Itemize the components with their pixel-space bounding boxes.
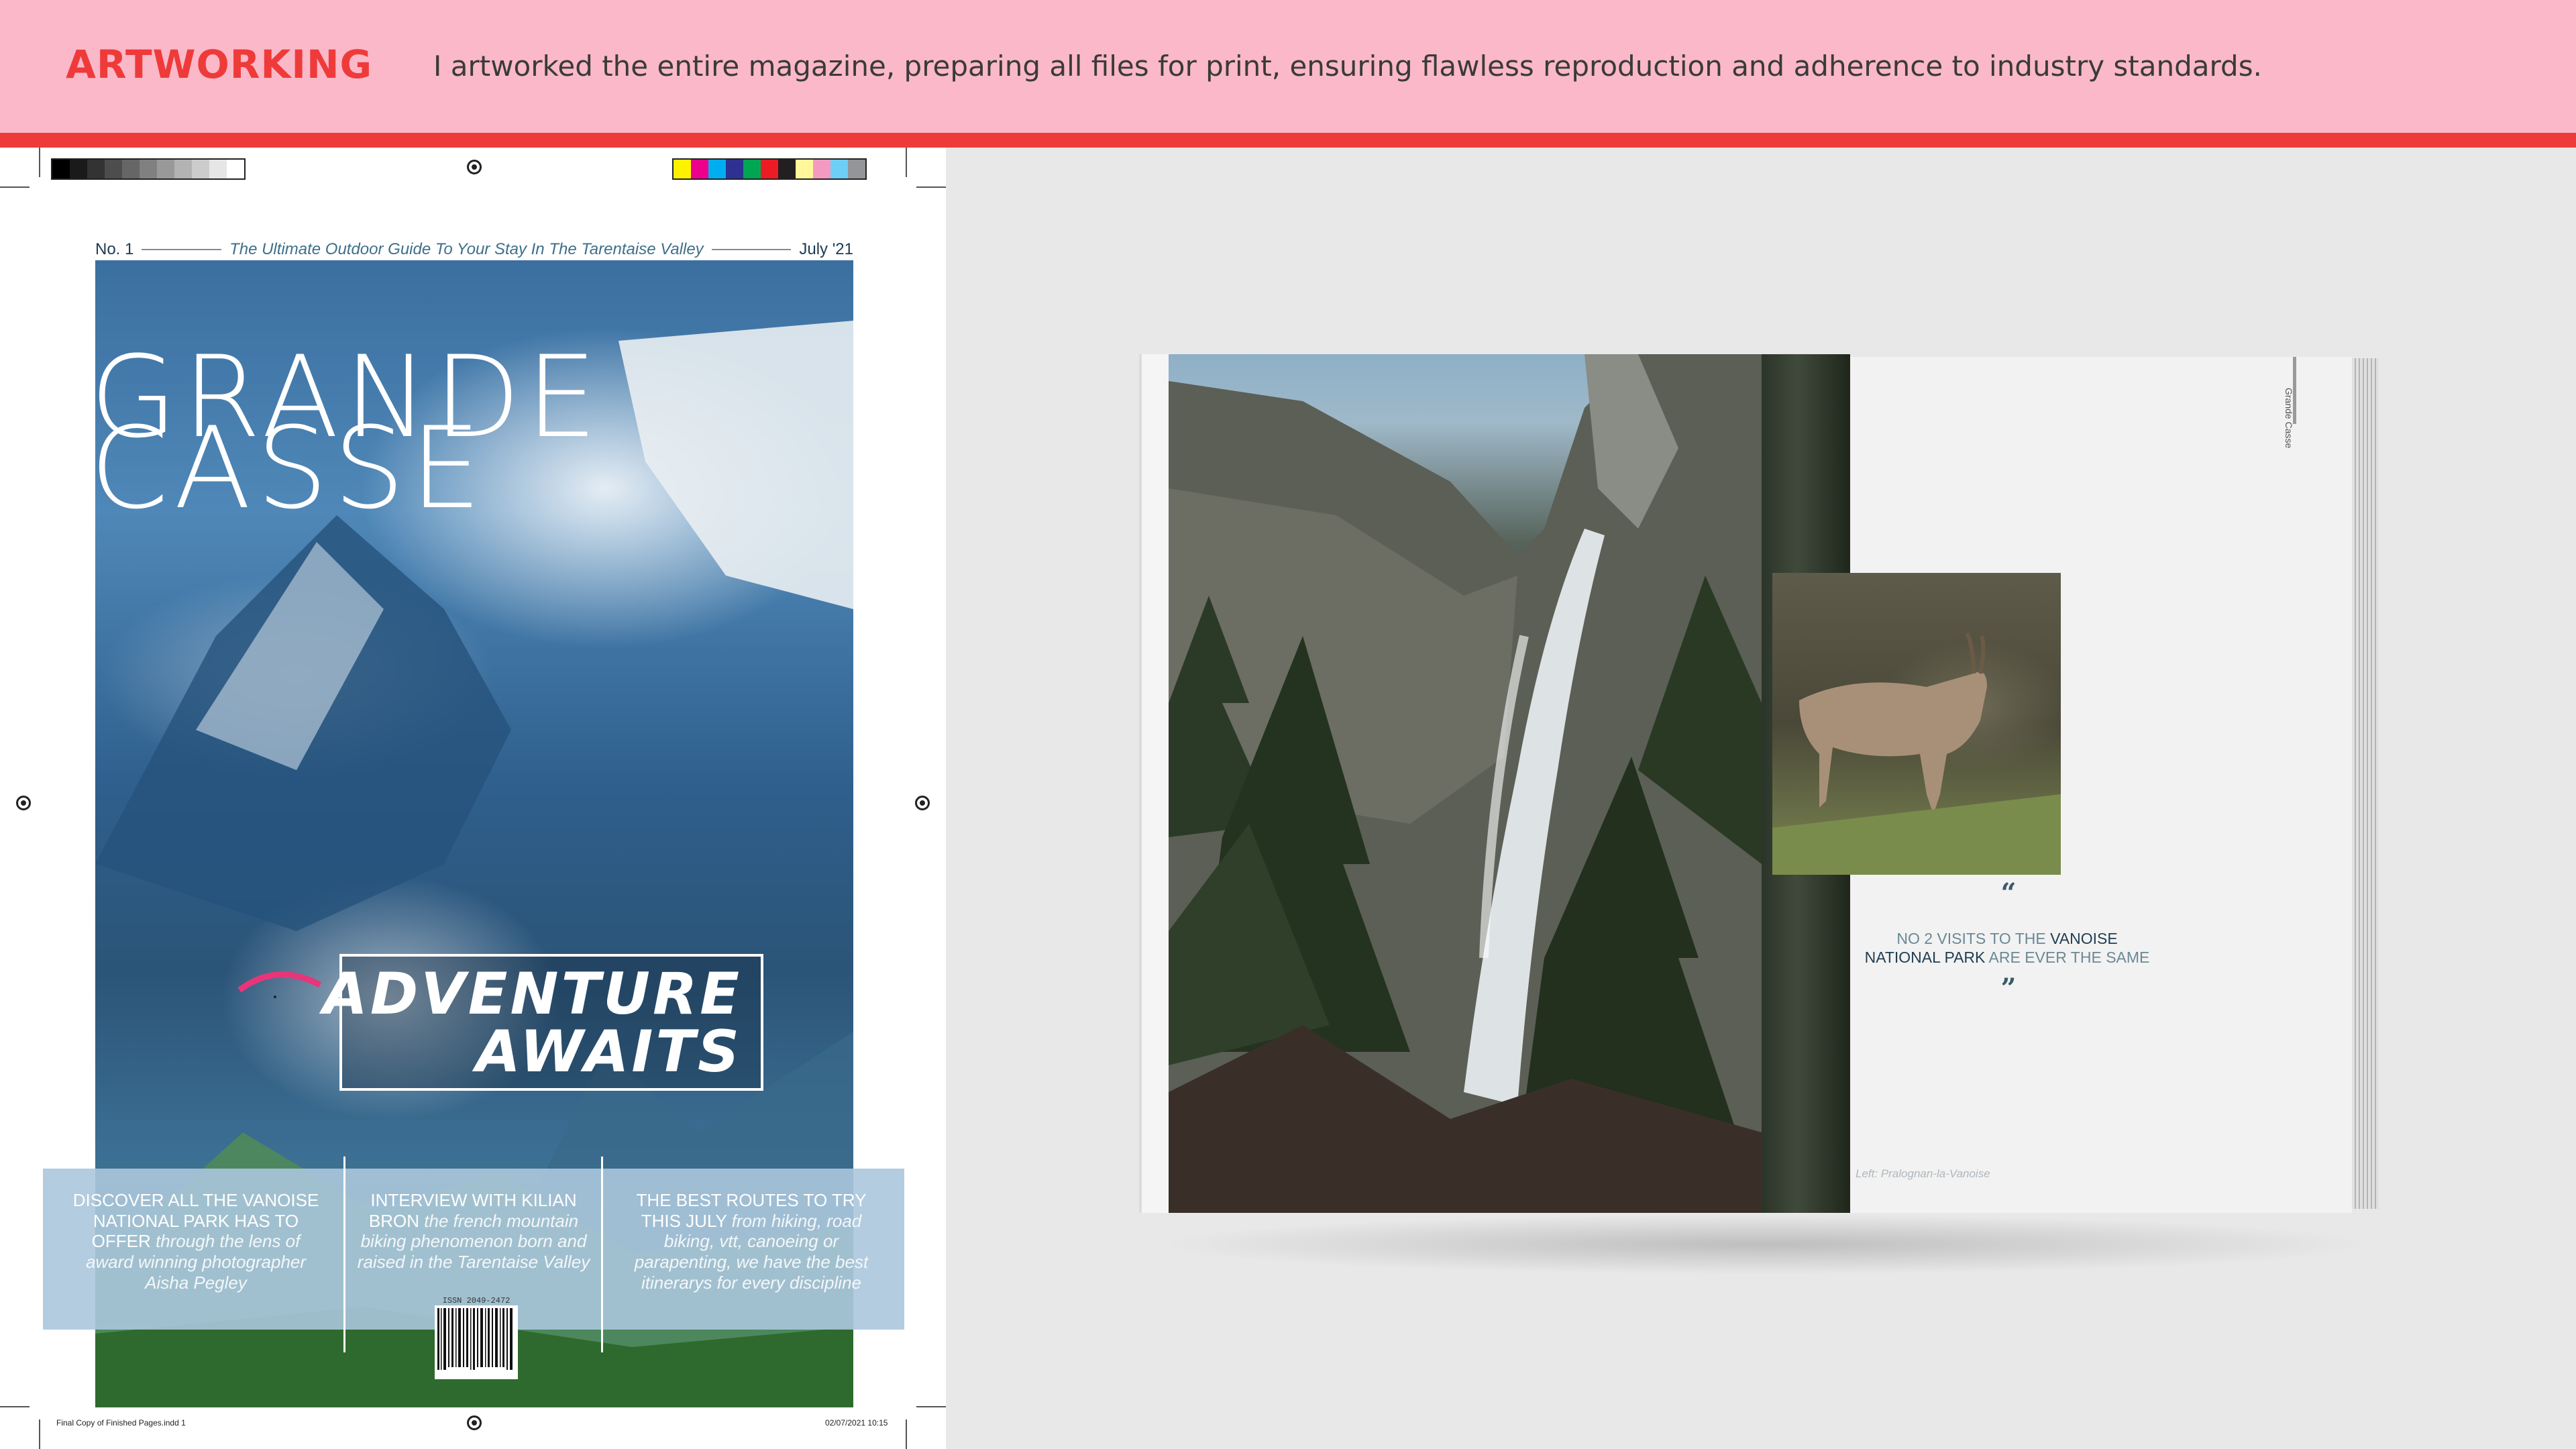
color-swatch [813,160,830,178]
magazine-spread-mockup: “ NO 2 VISITS TO THE VANOISE NATIONAL PA… [1142,354,2379,1213]
strap-rule [711,249,792,250]
callout-line-2: AWAITS [476,1018,742,1085]
crop-mark [39,1419,40,1449]
color-swatch [87,160,105,178]
barcode-icon [435,1305,518,1379]
crop-mark [39,148,40,177]
cover-line-3: THE BEST ROUTES TO TRY THIS JULY from hi… [624,1190,879,1293]
color-swatch [761,160,778,178]
crop-mark [916,186,946,188]
strap-rule [142,249,222,250]
date-slug: 02/07/2021 10:15 [825,1418,888,1428]
page-edges [2352,358,2379,1209]
adventure-awaits-callout: ADVENTURE AWAITS [323,954,763,1091]
quote-open-mark: “ [2000,877,2017,909]
section-description: I artworked the entire magazine, prepari… [433,50,2262,83]
pull-quote-emphasis: NATIONAL PARK [1864,949,1986,966]
crop-mark [0,1406,30,1407]
color-swatch [227,160,244,178]
issn-text: ISSN 2049-2472 [442,1296,511,1305]
section-title: ARTWORKING [66,42,373,87]
crop-mark [0,186,30,188]
callout-line-1: ADVENTURE [323,961,742,1028]
quote-close-mark: ” [2000,973,2017,1004]
running-head: Grande Casse [2284,388,2294,449]
pull-quote-line-2: NATIONAL PARK ARE EVER THE SAME [1839,949,2175,967]
grayscale-color-bar [51,158,246,180]
column-divider [343,1157,345,1352]
color-swatch [192,160,209,178]
color-swatch [743,160,761,178]
color-swatch [830,160,848,178]
crop-mark [916,1406,946,1407]
color-swatch [796,160,813,178]
issue-date: July '21 [799,240,853,258]
waterfall-photo [1169,354,1762,1213]
pull-quote-emphasis: VANOISE [2050,930,2118,947]
pull-quote-line-1: NO 2 VISITS TO THE VANOISE [1839,930,2175,948]
crop-mark [906,1419,907,1449]
color-swatch [708,160,726,178]
color-swatch [70,160,87,178]
header-divider [0,133,2576,148]
registration-mark-icon [915,796,930,810]
pull-quote-text: ARE EVER THE SAME [1985,949,2150,966]
color-swatch [848,160,865,178]
color-swatch [157,160,174,178]
header-banner: ARTWORKING I artworked the entire magazi… [0,0,2576,133]
masthead-line-2: CASSE [95,402,487,534]
color-swatch [174,160,192,178]
color-swatch [140,160,157,178]
color-swatch [209,160,227,178]
process-color-bar [672,158,867,180]
color-swatch [726,160,743,178]
cover-subtitle: The Ultimate Outdoor Guide To Your Stay … [229,240,704,258]
color-swatch [778,160,796,178]
color-swatch [105,160,122,178]
color-swatch [122,160,140,178]
cover-strapline: No. 1 The Ultimate Outdoor Guide To Your… [95,237,853,262]
registration-mark-icon [467,1415,482,1430]
print-proof-sheet: No. 1 The Ultimate Outdoor Guide To Your… [0,148,946,1449]
color-swatch [691,160,708,178]
ibex-illustration [1772,632,2061,875]
ibex-photo [1772,573,2061,875]
cover-line-2: INTERVIEW WITH KILIAN BRON the french mo… [346,1190,601,1273]
registration-mark-icon [467,160,482,174]
registration-mark-icon [16,796,31,810]
color-swatch [52,160,70,178]
color-swatch [674,160,691,178]
issue-number: No. 1 [95,240,134,258]
photo-caption: Left: Pralognan-la-Vanoise [1856,1167,1990,1180]
spread-shadow [1154,1214,2375,1275]
file-slug: Final Copy of Finished Pages.indd 1 [56,1418,186,1428]
left-page [1142,354,1762,1213]
paraglider-icon [237,971,322,998]
cover-line-1: DISCOVER ALL THE VANOISE NATIONAL PARK H… [68,1190,323,1293]
column-divider [601,1157,603,1352]
crop-mark [906,148,907,177]
pull-quote-text: NO 2 VISITS TO THE [1896,930,2051,947]
waterfall-illustration [1169,354,1762,1213]
